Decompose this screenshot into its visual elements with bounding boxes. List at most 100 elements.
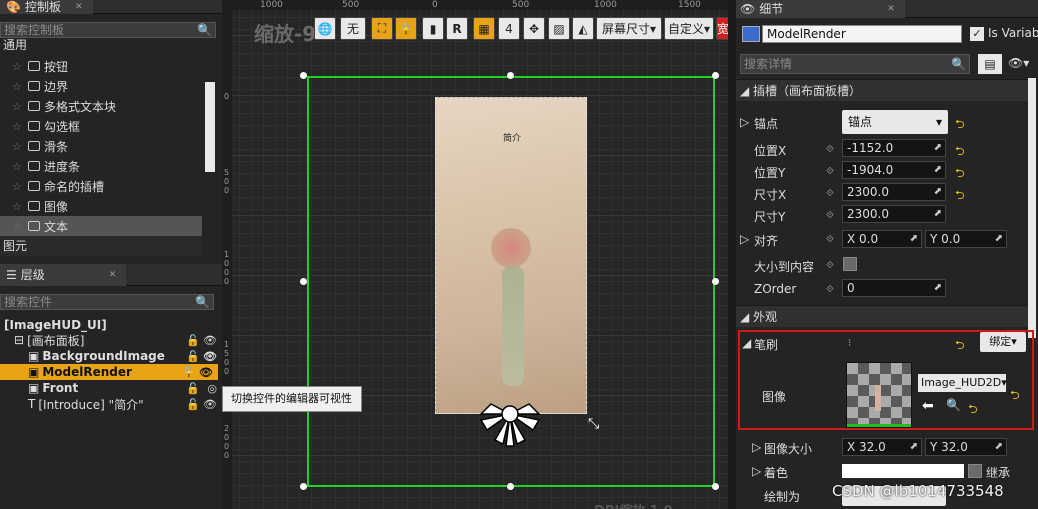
palette-scrollbar[interactable] [205,82,215,172]
eye-icon[interactable]: 👁 [199,366,213,379]
eye-icon[interactable]: 👁 [203,350,217,363]
screen-size-dropdown[interactable]: 屏幕尺寸 ▾ [596,17,662,40]
reset-arrow-icon[interactable]: ⮌ [955,336,965,357]
zorder-field[interactable]: 0 ⬈ [842,279,946,297]
background-image[interactable]: 简介 [435,97,587,414]
search-icon[interactable]: 🔍 [951,55,966,73]
bind-icon[interactable]: ⟐ [826,234,834,245]
intro-text[interactable]: 简介 [436,131,588,144]
size-y-field[interactable]: 2300.0 ⬈ [842,205,946,223]
use-selected-arrow-icon[interactable]: ⬅ [922,398,934,414]
category-primitive[interactable]: 图元 [0,236,202,256]
size-to-content-checkbox[interactable] [843,257,857,271]
browse-icon[interactable]: 🔍 [946,398,961,412]
image-asset-dropdown[interactable]: Image_HUD2D▾ [918,374,1006,392]
tree-item-introduce[interactable]: T [Introduce] "简介" 🔓 👁 [0,396,222,412]
favorite-star-icon[interactable]: ☆ [12,180,24,193]
close-icon[interactable]: ✕ [109,264,117,286]
favorite-star-icon[interactable]: ☆ [12,80,24,93]
palette-item[interactable]: ☆ 命名的插槽 [0,176,202,196]
hierarchy-tab[interactable]: ☰ 层级 ✕ [0,264,127,286]
tree-item-front[interactable]: ▣ Front 🔓 ◎ [0,380,222,396]
search-icon[interactable]: 🔍 [197,23,212,37]
bind-icon[interactable]: ⟐ [826,166,834,177]
image-size-y-field[interactable]: Y 32.0 ⬈ [925,438,1007,456]
palette-search-input[interactable]: 搜索控制板 🔍 [0,22,216,38]
resize-handle[interactable] [300,278,307,285]
reset-arrow-icon[interactable]: ⮌ [955,186,965,207]
resize-handle[interactable] [300,483,307,490]
bind-icon[interactable]: ⟐ [826,260,834,271]
image-size-x-field[interactable]: X 32.0 ⬈ [842,438,922,456]
close-icon[interactable]: ✕ [75,0,83,14]
favorite-star-icon[interactable]: ☆ [12,140,24,153]
lock-icon[interactable]: 🔒 [395,17,417,40]
inherit-checkbox[interactable] [968,464,982,478]
transform-icon[interactable]: ✥ [523,17,545,40]
custom-size-dropdown[interactable]: 自定义 ▾ [664,17,714,40]
property-matrix-icon[interactable]: ▤ [978,54,1002,74]
lock-icon[interactable]: 🔓 [186,350,200,363]
resize-handle[interactable] [507,72,514,79]
palette-item[interactable]: ☆ 滑条 [0,136,202,156]
favorite-star-icon[interactable]: ☆ [12,100,24,113]
resize-handle[interactable] [300,72,307,79]
eye-hidden-icon[interactable]: ◎ [207,382,217,395]
details-search-input[interactable]: 搜索详情 🔍 [740,54,970,74]
locale-none-button[interactable]: 无 [340,17,366,40]
favorite-star-icon[interactable]: ☆ [12,200,24,213]
lock-icon[interactable]: 🔓 [182,366,196,379]
hierarchy-search-input[interactable]: 搜索控件 🔍 [0,294,214,310]
reset-arrow-icon[interactable]: ⮌ [968,400,978,421]
alignment-x-field[interactable]: X 0.0 ⬈ [842,230,922,248]
resize-handle[interactable] [712,483,719,490]
resize-diagonal-icon[interactable]: ⤡ [588,416,599,432]
lock-icon[interactable]: 🔓 [186,398,200,411]
expand-arrow-icon[interactable]: ▷ [740,232,749,246]
widget-name-field[interactable]: ModelRender [762,25,962,43]
palette-item[interactable]: ☆ 按钮 [0,56,202,76]
grid-icon[interactable]: ▦ [473,17,495,40]
expand-arrow-icon[interactable]: ▷ [752,464,761,478]
tree-item-modelrender-selected[interactable]: ▣ ModelRender 🔓 👁 [0,364,218,380]
layout-icon[interactable]: ▮ [422,17,444,40]
position-x-field[interactable]: -1152.0 ⬈ [842,139,946,157]
palette-item[interactable]: ☆ 文本 [0,216,202,236]
bind-icon[interactable]: ⟐ [826,210,834,221]
tree-item-backgroundimage[interactable]: ▣ BackgroundImage 🔓 👁 [0,348,222,364]
visibility-filter-icon[interactable]: 👁▾ [1008,56,1029,70]
image-preview-icon[interactable]: ▨ [548,17,570,40]
palette-tab[interactable]: 🎨 控制板 ✕ [0,0,93,14]
lock-icon[interactable]: 🔓 [186,382,200,395]
palette-item[interactable]: ☆ 勾选框 [0,116,202,136]
lock-icon[interactable]: 🔓 [186,334,200,347]
expand-arrow-icon[interactable]: ▷ [740,115,749,129]
resize-handle[interactable] [712,72,719,79]
favorite-star-icon[interactable]: ☆ [12,120,24,133]
resize-handle[interactable] [507,483,514,490]
grid-snap-icon[interactable]: ⛶ [371,17,393,40]
collapse-arrow-icon[interactable]: ◢ [742,336,751,350]
tint-color-swatch[interactable] [842,464,964,478]
bind-icon[interactable]: ⟐ [826,144,834,155]
bind-icon[interactable]: ⁝ [848,338,851,349]
palette-item[interactable]: ☆ 图像 [0,196,202,216]
anchor-dropdown[interactable]: 锚点 ▾ [842,110,948,134]
favorite-star-icon[interactable]: ☆ [12,220,24,233]
palette-item[interactable]: ☆ 边界 [0,76,202,96]
appearance-section-header[interactable]: ◢ 外观 [736,305,1028,327]
alignment-y-field[interactable]: Y 0.0 ⬈ [925,230,1007,248]
bind-icon[interactable]: ⟐ [826,284,834,295]
designer-canvas[interactable]: 1000 500 0 500 1000 1500 0 5 0 0 1 0 0 0… [222,0,728,509]
slot-section-header[interactable]: ◢ 插槽（画布面板槽） [736,79,1028,101]
details-scrollbar[interactable] [1028,78,1036,338]
extra-button[interactable]: 宽 [716,17,728,40]
triangle-icon[interactable]: ◭ [572,17,594,40]
respect-locks-button[interactable]: R [446,17,468,40]
favorite-star-icon[interactable]: ☆ [12,60,24,73]
grid-size-button[interactable]: 4 [498,17,520,40]
tree-canvas-panel[interactable]: ⊟ [画布面板] 🔓 👁 [0,332,222,348]
image-thumbnail[interactable] [846,362,912,428]
reset-arrow-icon[interactable]: ⮌ [955,164,965,185]
palette-item[interactable]: ☆ 多格式文本块 [0,96,202,116]
